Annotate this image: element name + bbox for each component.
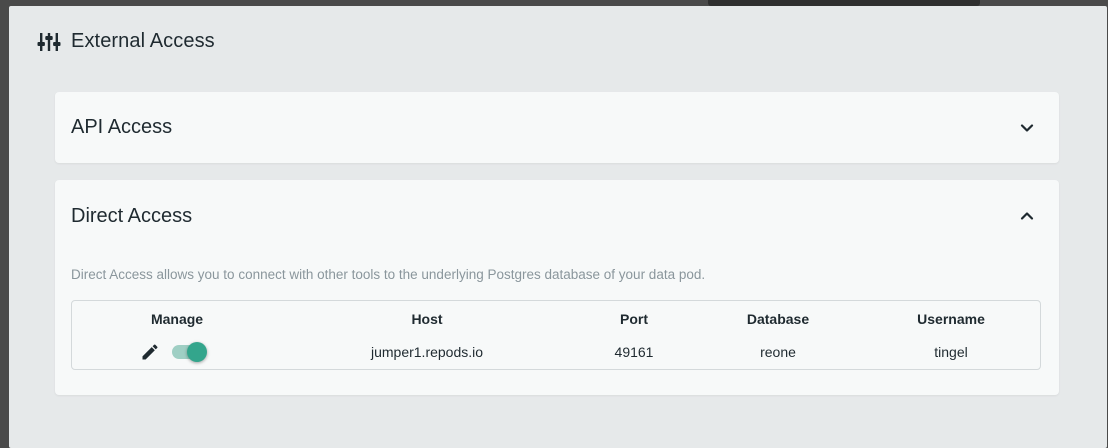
external-access-dialog: External Access API Access Direct Access… [9, 6, 1107, 448]
column-header-username: Username [917, 311, 985, 327]
username-value: tingel [934, 344, 968, 360]
sliders-icon [37, 31, 61, 53]
port-value: 49161 [614, 344, 654, 360]
toggle-knob [187, 342, 207, 362]
api-access-title: API Access [71, 116, 173, 138]
dialog-title: External Access [71, 30, 215, 52]
direct-access-title: Direct Access [71, 204, 193, 227]
direct-access-description: Direct Access allows you to connect with… [71, 267, 706, 282]
chevron-down-icon[interactable] [1019, 120, 1035, 136]
column-header-port: Port [620, 311, 648, 327]
host-value: jumper1.repods.io [370, 344, 484, 360]
database-value: reone [760, 344, 796, 360]
connection-table: Manage Host Port Database Username jumpe… [71, 300, 1041, 370]
direct-access-panel: Direct Access Direct Access allows you t… [55, 180, 1059, 395]
column-header-manage: Manage [150, 311, 204, 327]
pencil-icon[interactable] [140, 342, 160, 362]
manage-controls [140, 341, 208, 363]
column-header-host: Host [411, 311, 443, 327]
column-header-database: Database [746, 311, 810, 327]
access-toggle[interactable] [172, 341, 208, 363]
api-access-header[interactable]: API Access [71, 92, 1035, 163]
direct-access-header[interactable]: Direct Access [71, 180, 1035, 252]
api-access-panel: API Access [55, 92, 1059, 163]
chevron-up-icon[interactable] [1019, 208, 1035, 224]
dialog-header: External Access [37, 30, 215, 53]
